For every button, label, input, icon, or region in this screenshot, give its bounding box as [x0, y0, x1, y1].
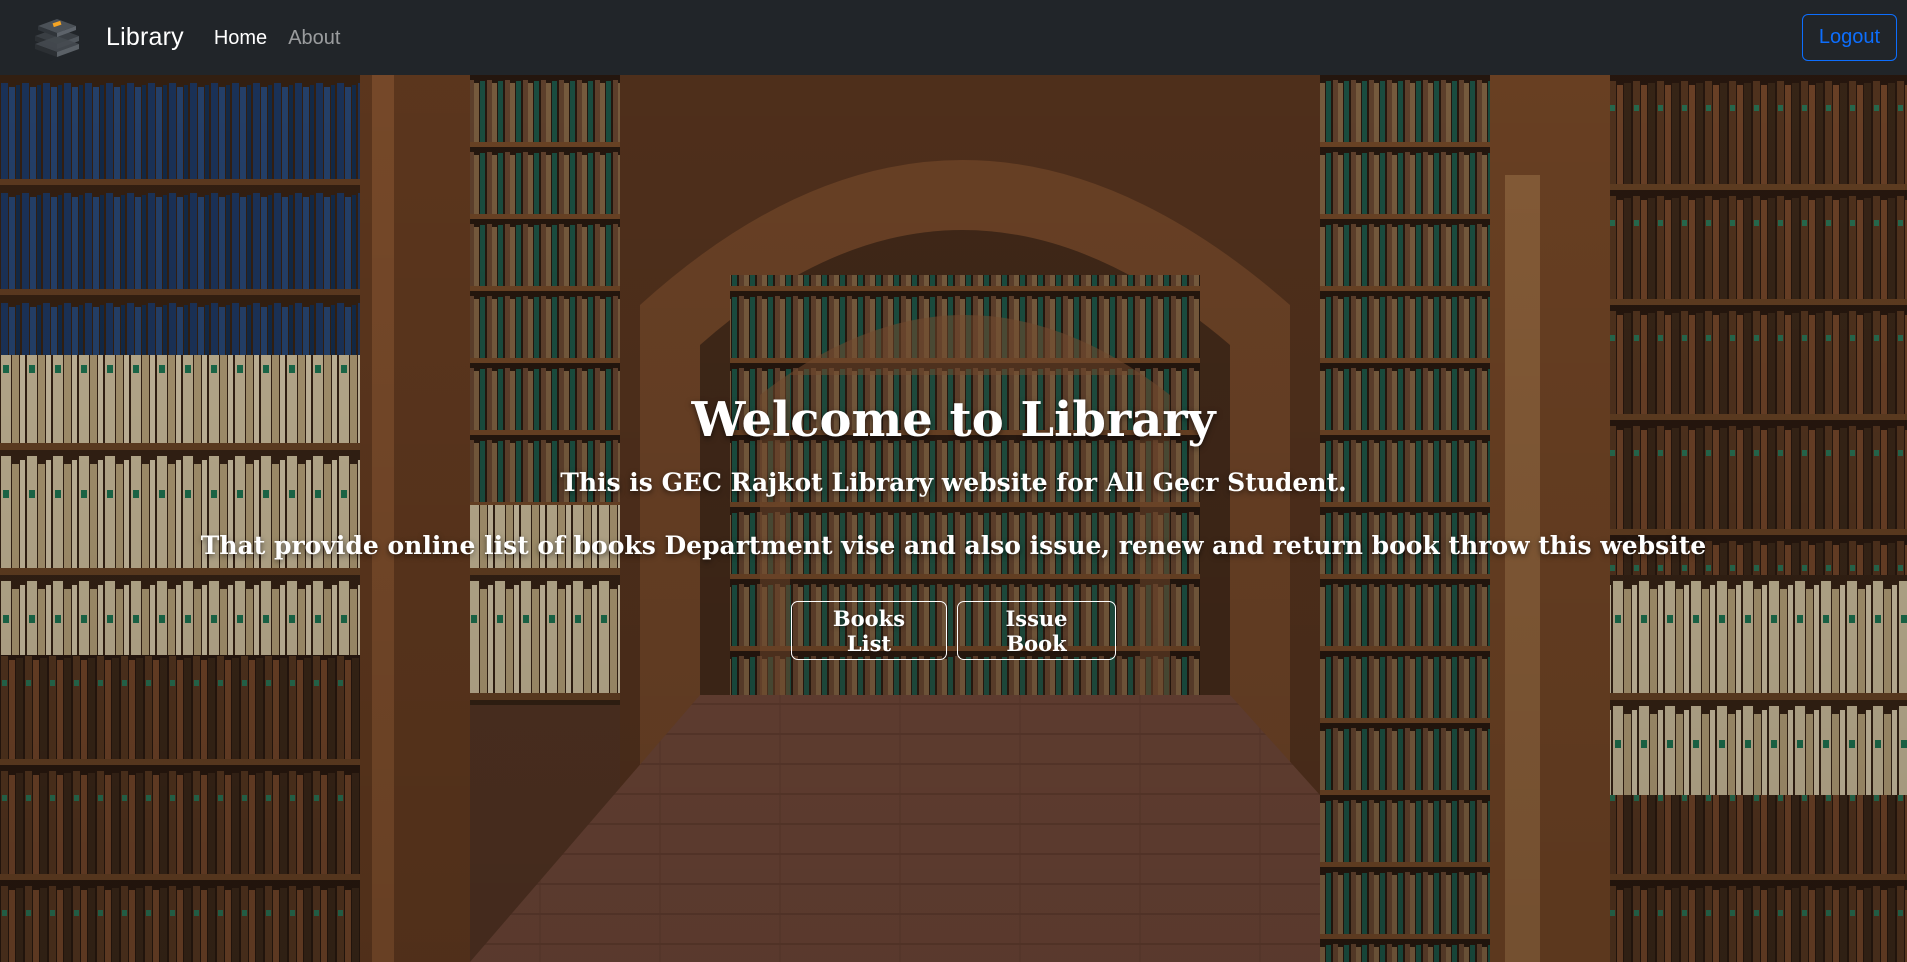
nav-link-about[interactable]: About: [288, 28, 340, 48]
nav-link-home[interactable]: Home: [214, 28, 267, 48]
hero-title: Welcome to Library: [691, 392, 1216, 448]
nav-links: Home About: [214, 28, 362, 48]
logout-button[interactable]: Logout: [1802, 14, 1897, 61]
hero-description: That provide online list of books Depart…: [200, 531, 1707, 560]
navbar: Library Home About Logout: [0, 0, 1907, 75]
books-stack-icon[interactable]: [32, 16, 82, 60]
hero-section: Welcome to Library This is GEC Rajkot Li…: [0, 75, 1907, 962]
hero-content: Welcome to Library This is GEC Rajkot Li…: [0, 75, 1907, 962]
hero-buttons: Books List Issue Book: [0, 601, 1907, 660]
hero-subtitle: This is GEC Rajkot Library website for A…: [560, 468, 1347, 497]
issue-book-button[interactable]: Issue Book: [957, 601, 1116, 660]
brand-name[interactable]: Library: [106, 25, 184, 50]
books-list-button[interactable]: Books List: [791, 601, 947, 660]
